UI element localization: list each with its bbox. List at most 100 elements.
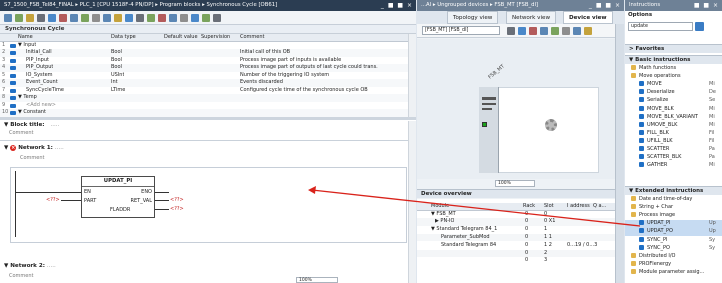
row-comment[interactable]: Process image part of inputs is availabl…	[240, 57, 408, 65]
toolbar-tool-icon[interactable]	[37, 14, 45, 22]
device-tool-icon[interactable]	[584, 27, 592, 35]
table-row[interactable]: 10 ▼ Constant	[0, 109, 408, 117]
toolbar-tool-icon[interactable]	[202, 14, 210, 22]
row-type[interactable]: USInt	[111, 72, 124, 80]
toolbar-tool-icon[interactable]	[180, 14, 188, 22]
block-title-value[interactable]: .....	[50, 122, 59, 128]
tree-folder[interactable]: Module parameter assig...	[625, 268, 722, 277]
device-tool-icon[interactable]	[540, 27, 548, 35]
tree-instruction[interactable]: MOVE_BLK_VARIANT Mi	[625, 113, 722, 122]
tree-instruction[interactable]: Serialize Se	[625, 97, 722, 105]
device-tool-icon[interactable]	[507, 27, 515, 35]
toolbar-tool-icon[interactable]	[169, 14, 177, 22]
row-name[interactable]: <Add new>	[26, 102, 56, 110]
tree-instruction[interactable]: MOVE_BLK Mi	[625, 105, 722, 114]
fb-update-pi[interactable]: UPDAT_PI EN PART FLADDR ENO RET_VAL	[81, 176, 155, 218]
toolbar-tool-icon[interactable]	[81, 14, 89, 22]
row-name[interactable]: Event_Count	[26, 79, 58, 87]
table-row[interactable]: 4 PIP_Output Bool Process image part of out…	[0, 64, 408, 72]
extended-header[interactable]: ▼ Extended instructions	[625, 186, 722, 195]
device-side-tab[interactable]	[615, 24, 624, 283]
tab-topology-view[interactable]: Topology view	[447, 11, 499, 24]
toolbar-tool-icon[interactable]	[136, 14, 144, 22]
tree-instruction[interactable]: Deserialize De	[625, 89, 722, 97]
toolbar-tool-icon[interactable]	[114, 14, 122, 22]
ov-col-qaddr[interactable]: Q a...	[593, 203, 606, 210]
tree-instruction[interactable]: UPDAT_PO Up	[625, 228, 722, 237]
col-datatype[interactable]: Data type	[111, 34, 136, 41]
editor-scrollbar[interactable]	[408, 121, 416, 283]
tree-instruction[interactable]: SYNC_PI Sy	[625, 236, 722, 245]
tree-folder[interactable]: Distributed I/O	[625, 252, 722, 261]
ov-col-rack[interactable]: Rack	[523, 203, 535, 210]
network-1-comment[interactable]: Comment	[20, 155, 45, 161]
instructions-window-controls[interactable]: ■ ■ ×	[694, 0, 719, 11]
tab-device-view[interactable]: Device view	[563, 11, 613, 24]
row-type[interactable]: Bool	[111, 57, 122, 65]
toolbar-tool-icon[interactable]	[191, 14, 199, 22]
editor-window-controls[interactable]: _ ■ ■ ×	[381, 0, 413, 11]
part-param[interactable]: <??>	[46, 197, 60, 203]
row-type[interactable]: Int	[111, 79, 118, 87]
row-comment[interactable]: Configured cycle time of the synchronous…	[240, 87, 408, 95]
col-default[interactable]: Default value	[164, 34, 198, 41]
device-tool-icon[interactable]	[518, 27, 526, 35]
row-type[interactable]: Bool	[111, 64, 122, 72]
row-name[interactable]: PIP_Output	[26, 64, 53, 72]
device-tool-icon[interactable]	[529, 27, 537, 35]
table-row[interactable]: 7 SyncCycleTime LTime Configured cycle time…	[0, 87, 408, 95]
device-tool-icon[interactable]	[551, 27, 559, 35]
favorites-header[interactable]: > Favorites	[625, 44, 722, 53]
row-name[interactable]: ▼ Input	[18, 42, 36, 50]
overview-row[interactable]: 02	[417, 249, 615, 257]
tree-folder[interactable]: Date and time-of-day	[625, 196, 722, 204]
table-row[interactable]: 9 <Add new>	[0, 102, 408, 110]
toolbar-tool-icon[interactable]	[48, 14, 56, 22]
fladdr-param[interactable]: <??>	[170, 206, 184, 212]
network-2-comment[interactable]: Comment	[9, 273, 34, 279]
toolbar-tool-icon[interactable]	[103, 14, 111, 22]
tree-instruction[interactable]: GATHER Mi	[625, 162, 722, 170]
row-type[interactable]: Bool	[111, 49, 122, 57]
table-row[interactable]: 3 PIP_Input Bool Process image part of inpu…	[0, 57, 408, 65]
row-comment[interactable]: Number of the triggering IO system	[240, 72, 408, 80]
tree-instruction[interactable]: MOVE Mi	[625, 81, 722, 89]
block-title-row[interactable]: ▼ Block title: .....	[4, 121, 59, 129]
tree-instruction[interactable]: UFILL_BLK Fil	[625, 137, 722, 146]
ov-col-slot[interactable]: Slot	[544, 203, 554, 210]
editor-zoom[interactable]: 100%	[296, 277, 338, 283]
table-row[interactable]: 2 Initial_Call Bool Initial call of this OB	[0, 49, 408, 57]
toolbar-tool-icon[interactable]	[4, 14, 12, 22]
tree-instruction[interactable]: SYNC_PO Sy	[625, 244, 722, 253]
ov-col-iaddr[interactable]: I address	[567, 203, 590, 210]
row-name[interactable]: SyncCycleTime	[26, 87, 64, 95]
row-name[interactable]: IO_System	[26, 72, 53, 80]
device-tool-icon[interactable]	[562, 27, 570, 35]
device-select[interactable]: [FSB_MT] [FSB_dI]	[422, 26, 500, 35]
toolbar-tool-icon[interactable]	[147, 14, 155, 22]
overview-row[interactable]: ▼ Standard Telegram 84_1 0 1	[417, 226, 615, 234]
tree-folder[interactable]: Move operations	[625, 73, 722, 81]
overview-row[interactable]: 03	[417, 257, 615, 265]
block-comment[interactable]: Comment	[9, 130, 34, 136]
overview-row[interactable]: ▼ FSB_MT 0 0	[417, 210, 615, 218]
toolbar-tool-icon[interactable]	[92, 14, 100, 22]
row-type[interactable]: LTime	[111, 87, 125, 95]
tree-folder[interactable]: Math functions	[625, 65, 722, 73]
row-name[interactable]: PIP_Input	[26, 57, 49, 65]
col-comment[interactable]: Comment	[240, 34, 265, 41]
network-2-header[interactable]: ▼ Network 2: .....	[4, 262, 56, 270]
table-row[interactable]: 6 Event_Count Int Events discarded	[0, 79, 408, 87]
tree-folder[interactable]: PROFlenergy	[625, 260, 722, 269]
overview-row[interactable]: Parameter_SubMod 0 1 1	[417, 233, 615, 242]
col-name[interactable]: Name	[18, 34, 33, 41]
tree-instruction[interactable]: SCATTER Pa	[625, 146, 722, 154]
table-row[interactable]: 5 IO_System USInt Number of the triggering …	[0, 72, 408, 80]
tree-instruction[interactable]: UMOVE_BLK Mi	[625, 121, 722, 130]
basic-header[interactable]: ▼ Basic instructions	[625, 55, 722, 64]
toolbar-tool-icon[interactable]	[70, 14, 78, 22]
device-module[interactable]	[479, 87, 499, 173]
tab-network-view[interactable]: Network view	[506, 11, 557, 24]
toolbar-tool-icon[interactable]	[125, 14, 133, 22]
toolbar-tool-icon[interactable]	[213, 14, 221, 22]
